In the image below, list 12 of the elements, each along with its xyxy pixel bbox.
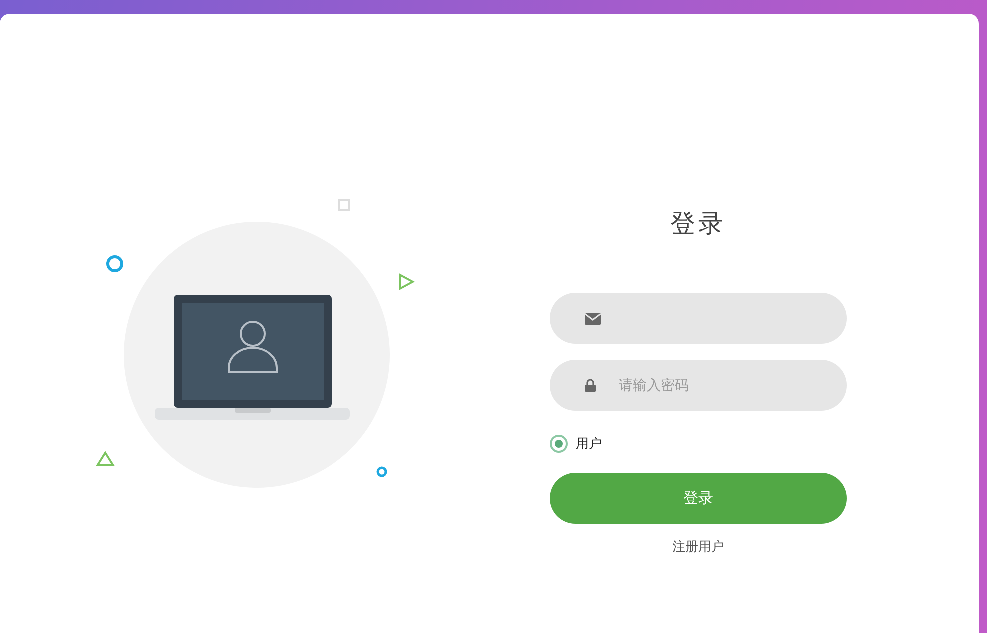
lock-icon (585, 379, 596, 392)
ring-icon (376, 466, 388, 478)
password-field[interactable]: 请输入密码 (550, 360, 847, 411)
square-icon (338, 199, 350, 211)
login-title: 登录 (670, 209, 728, 239)
mail-icon (585, 312, 601, 324)
ring-icon (106, 255, 124, 273)
radio-button[interactable] (550, 435, 568, 453)
triangle-icon (397, 273, 415, 291)
triangle-icon (96, 451, 115, 467)
register-link[interactable]: 注册用户 (672, 538, 724, 556)
radio-label: 用户 (576, 436, 602, 453)
